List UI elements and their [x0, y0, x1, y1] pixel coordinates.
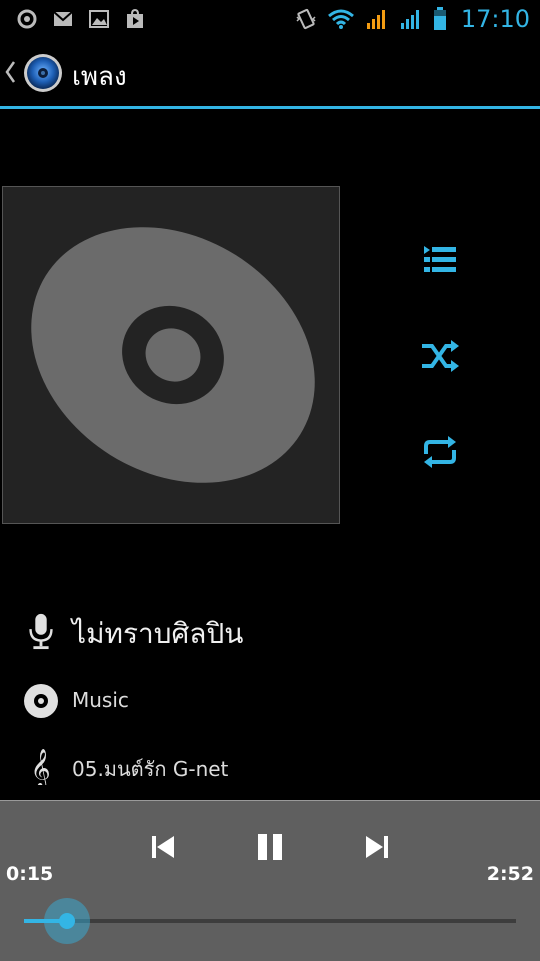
gmail-icon [53, 11, 73, 26]
seek-bar[interactable] [24, 919, 516, 923]
settings-notification-icon [17, 9, 37, 29]
artist-row: ไม่ทราบศิลปิน [0, 612, 540, 662]
album-art [2, 186, 340, 524]
action-bar: เพลง [0, 38, 540, 109]
shuffle-icon[interactable] [418, 336, 462, 376]
pause-icon[interactable] [250, 827, 290, 867]
music-speaker-icon[interactable] [22, 52, 64, 94]
up-caret-icon[interactable] [4, 60, 16, 84]
album-name: Music [72, 688, 129, 712]
album-row: Music [0, 682, 540, 732]
vibrate-icon [296, 8, 316, 30]
current-time: 0:15 [6, 863, 54, 885]
title-row: 𝄞 05.มนต์รัก G-net [0, 747, 540, 797]
playback-panel: 0:15 2:52 [0, 800, 540, 961]
repeat-icon[interactable] [418, 432, 462, 472]
treble-clef-icon: 𝄞 [31, 748, 51, 785]
total-time: 2:52 [486, 863, 534, 885]
track-title: 05.มนต์รัก G-net [72, 757, 229, 781]
battery-icon [433, 7, 446, 30]
page-title: เพลง [72, 62, 127, 92]
signal-sim2-icon [400, 10, 419, 29]
next-icon[interactable] [357, 827, 397, 867]
play-store-icon [127, 8, 143, 28]
status-bar: 17:10 [0, 0, 540, 38]
microphone-icon [29, 613, 53, 650]
wifi-icon [327, 9, 354, 29]
svg-text:𝄞: 𝄞 [31, 748, 51, 785]
seek-thumb[interactable] [43, 898, 90, 944]
disc-placeholder-icon [31, 227, 315, 483]
previous-icon[interactable] [143, 827, 183, 867]
signal-sim1-icon [366, 10, 385, 29]
playlist-icon[interactable] [418, 240, 462, 280]
artist-name: ไม่ทราบศิลปิน [72, 617, 244, 650]
gallery-icon [89, 10, 109, 28]
status-clock: 17:10 [460, 5, 530, 33]
album-disc-icon [24, 684, 58, 718]
